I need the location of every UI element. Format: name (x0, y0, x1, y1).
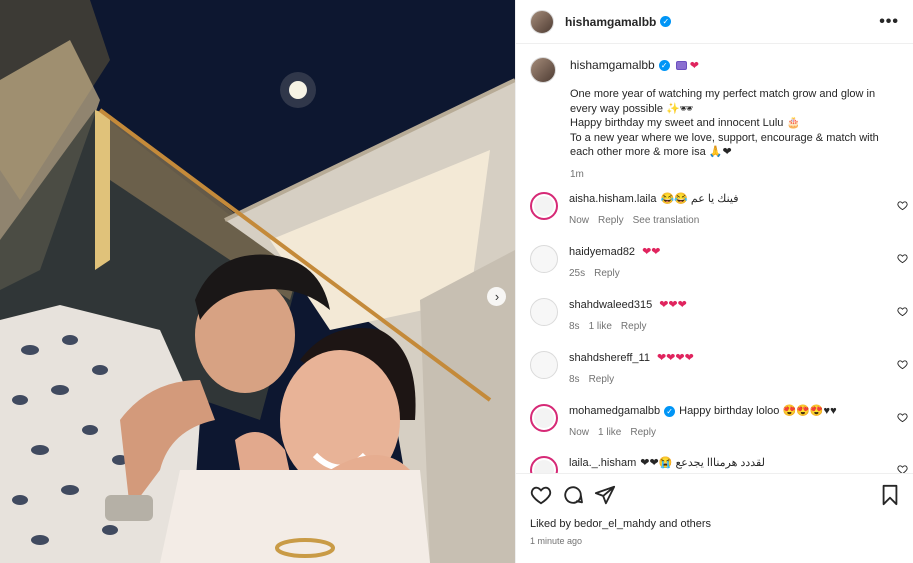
reply-button[interactable]: Reply (630, 427, 656, 438)
caption-avatar[interactable] (530, 57, 556, 83)
heart-icon[interactable] (897, 200, 908, 211)
comment-item: shahdshereff_11 ❤❤❤❤ 8s Reply (530, 351, 910, 385)
bookmark-icon[interactable] (879, 484, 901, 506)
header-username[interactable]: hishamgamalbb (565, 15, 656, 29)
comment-text: ❤❤❤❤ (656, 352, 694, 364)
reply-button[interactable]: Reply (594, 268, 620, 279)
verified-icon: ✓ (660, 16, 672, 27)
comment-avatar[interactable] (530, 456, 558, 473)
comment-item: shahdwaleed315 ❤❤❤ 8s 1 like Reply (530, 298, 910, 332)
comment-avatar[interactable] (530, 192, 558, 220)
comment-item: laila._.hisham ❤❤😭 لقددد هرمنااا يجدعع (530, 456, 910, 473)
comment-time: Now (569, 427, 590, 438)
post-actions: Liked by bedor_el_mahdy and others 1 min… (516, 473, 913, 563)
comment-avatar[interactable] (530, 298, 558, 326)
heart-icon[interactable] (897, 412, 908, 423)
heart-icon[interactable] (897, 464, 908, 473)
comment-text: Happy birthday loloo 😍😍😍♥♥ (679, 405, 837, 417)
chevron-right-icon: › (494, 288, 500, 304)
comment-time: Now (569, 215, 590, 226)
share-icon[interactable] (594, 484, 616, 506)
caption-heart: ❤ (689, 59, 699, 72)
liked-user-link[interactable]: bedor_el_mahdy (574, 518, 656, 530)
comment-time: 8s (569, 374, 580, 385)
caption-time: 1m (570, 168, 584, 180)
see-translation-button[interactable]: See translation (633, 215, 700, 226)
comment-avatar[interactable] (530, 351, 558, 379)
liked-by: Liked by bedor_el_mahdy and others (530, 518, 711, 530)
post-caption: hishamgamalbb ✓ ❤ One more year of watch… (516, 45, 913, 180)
comment-text: ❤❤😭 لقددد هرمنااا يجدعع (640, 457, 765, 469)
comment-avatar[interactable] (530, 404, 558, 432)
caption-text: One more year of watching my perfect mat… (570, 88, 879, 158)
comment-username[interactable]: mohamedgamalbb (569, 405, 660, 417)
comment-item: aisha.hisham.laila 😂😂 فينك يا عم Now Repl… (530, 192, 910, 226)
comment-username[interactable]: shahdshereff_11 (569, 352, 650, 364)
caption-username[interactable]: hishamgamalbb (570, 58, 655, 72)
avatar[interactable] (530, 9, 554, 34)
liked-suffix[interactable]: and others (659, 518, 711, 530)
comment-avatar[interactable] (530, 245, 558, 273)
reply-button[interactable]: Reply (621, 321, 647, 332)
post-header: hishamgamalbb ✓ ••• (516, 0, 913, 44)
photo-illustration (0, 0, 515, 563)
heart-icon[interactable] (897, 359, 908, 370)
comment-username[interactable]: shahdwaleed315 (569, 299, 652, 311)
heart-icon[interactable] (897, 306, 908, 317)
post-time: 1 minute ago (530, 536, 583, 546)
infinity-emoji-icon (675, 60, 687, 70)
comment-text: 😂😂 فينك يا عم (660, 193, 739, 205)
verified-icon: ✓ (664, 405, 676, 417)
comment-username[interactable]: haidyemad82 (569, 246, 635, 258)
likes-count[interactable]: 1 like (598, 427, 621, 438)
comment-text: ❤❤ (642, 246, 661, 258)
comment-username[interactable]: aisha.hisham.laila (569, 193, 656, 205)
likes-count[interactable]: 1 like (589, 321, 612, 332)
comment-item: haidyemad82 ❤❤ 25s Reply (530, 245, 910, 279)
reply-button[interactable]: Reply (589, 374, 615, 385)
liked-prefix: Liked by (530, 518, 571, 530)
more-options-icon[interactable]: ••• (879, 13, 899, 31)
comment-text: ❤❤❤ (659, 299, 687, 311)
comment-username[interactable]: laila._.hisham (569, 457, 636, 469)
comment-time: 25s (569, 268, 586, 279)
comment-icon[interactable] (562, 484, 584, 506)
post-photo: › (0, 0, 515, 563)
comment-item: mohamedgamalbb ✓ Happy birthday loloo 😍😍😍♥… (530, 404, 910, 438)
reply-button[interactable]: Reply (598, 215, 624, 226)
comments-scroll[interactable]: hishamgamalbb ✓ ❤ One more year of watch… (516, 45, 913, 473)
comment-time: 8s (569, 321, 580, 332)
heart-icon[interactable] (530, 484, 552, 506)
post-sidebar: hishamgamalbb ✓ ••• hishamgamalbb ✓ ❤ On… (515, 0, 913, 563)
verified-icon: ✓ (658, 59, 670, 71)
heart-icon[interactable] (897, 253, 908, 264)
next-photo-button[interactable]: › (487, 287, 506, 306)
